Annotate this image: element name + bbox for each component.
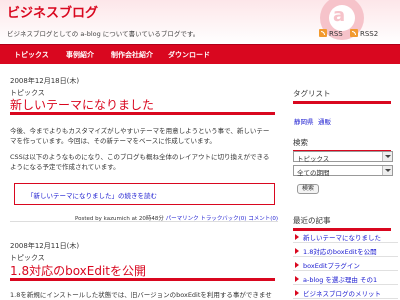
period-select[interactable]: 全ての期間 <box>293 165 393 177</box>
site-title[interactable]: ビジネスブログ <box>7 2 98 21</box>
entry-paragraph: 1.8を新規にインストールした状態では、旧バージョンのboxEditを利用する事… <box>10 291 272 299</box>
comments-link[interactable]: コメント(0) <box>248 216 278 222</box>
nav-item-case-studies[interactable]: 事例紹介 <box>66 50 94 60</box>
recent-post-item[interactable]: a-blog を選ぶ理由 その1 <box>293 272 398 285</box>
entry-date: 2008年12月18日(木) <box>10 77 80 85</box>
chevron-down-icon <box>382 166 392 175</box>
entry-paragraph: 今後、今までよりもカスタマイズがしやすいテーマを用意しようという事で、新しいテー… <box>10 127 270 145</box>
arrow-bullet-icon <box>295 276 299 282</box>
recent-post-label: a-blog を選ぶ理由 その1 <box>303 276 378 284</box>
rss2-feed-icon <box>350 29 358 37</box>
main-nav: トピックス 事例紹介 制作会社紹介 ダウンロード <box>0 44 400 64</box>
arrow-bullet-icon <box>295 290 299 296</box>
period-select-value: 全ての期間 <box>297 169 330 177</box>
entry-title[interactable]: 新しいテーマになりました <box>10 96 275 115</box>
read-more-link[interactable]: 「新しいテーマになりました」の続きを読む <box>14 183 275 205</box>
read-more-label: の続きを読む <box>118 192 157 200</box>
recent-post-label: 1.8対応のboxEditを公開 <box>303 248 377 256</box>
category-select[interactable]: トピックス <box>293 151 393 163</box>
recent-post-label: ビジネスブログのメリット <box>303 290 381 298</box>
arrow-bullet-icon <box>295 234 299 240</box>
entry-footer: Posted by kazumich at 20時48分 パーマリンク トラック… <box>10 214 278 222</box>
entry-paragraph: CSSは以下のようなものになり、このブログも概ね全体のレイアウトに切り換えができ… <box>10 153 270 171</box>
recent-posts-heading: 最近の記事 <box>293 215 391 231</box>
rss-label: RSS <box>329 30 343 38</box>
logo-letter: a <box>333 5 346 26</box>
recent-post-item[interactable]: 1.8対応のboxEditを公開 <box>293 244 398 257</box>
permalink-link[interactable]: パーマリンク <box>166 216 199 222</box>
tag-link[interactable]: 静岡県 <box>294 116 314 126</box>
rss-feed-icon <box>319 29 327 37</box>
site-description: ビジネスブログとしての a-blog について書いているブログです。 <box>7 30 200 38</box>
rss-link[interactable]: RSS <box>319 29 343 38</box>
arrow-bullet-icon <box>295 248 299 254</box>
rss2-label: RSS2 <box>360 30 379 38</box>
rss2-link[interactable]: RSS2 <box>350 29 378 38</box>
recent-post-item[interactable]: 新しいテーマになりました <box>293 230 398 243</box>
read-more-title: 「新しいテーマになりました」 <box>27 192 118 200</box>
category-select-value: トピックス <box>297 155 330 163</box>
entry-date: 2008年12月11日(木) <box>10 242 80 250</box>
tag-list-heading: タグリスト <box>293 88 391 104</box>
arrow-bullet-icon <box>295 262 299 268</box>
tag-link[interactable]: 通販 <box>318 116 331 126</box>
entry-posted-by: Posted by kazumich at 20時48分 <box>75 216 164 222</box>
recent-post-label: boxEditプラグイン <box>303 262 360 270</box>
entry-title[interactable]: 1.8対応のboxEditを公開 <box>10 262 275 281</box>
nav-item-topics[interactable]: トピックス <box>14 50 49 60</box>
search-button[interactable]: 検索 <box>297 184 319 194</box>
site-header: ビジネスブログ ビジネスブログとしての a-blog について書いているブログで… <box>0 0 400 44</box>
recent-post-item[interactable]: ビジネスブログのメリット <box>293 286 398 299</box>
recent-post-label: 新しいテーマになりました <box>303 234 381 242</box>
nav-item-company[interactable]: 制作会社紹介 <box>111 50 153 60</box>
recent-post-item[interactable]: boxEditプラグイン <box>293 258 398 271</box>
chevron-down-icon <box>382 152 392 161</box>
trackback-link[interactable]: トラックバック(0) <box>200 216 246 222</box>
nav-item-download[interactable]: ダウンロード <box>168 50 210 60</box>
